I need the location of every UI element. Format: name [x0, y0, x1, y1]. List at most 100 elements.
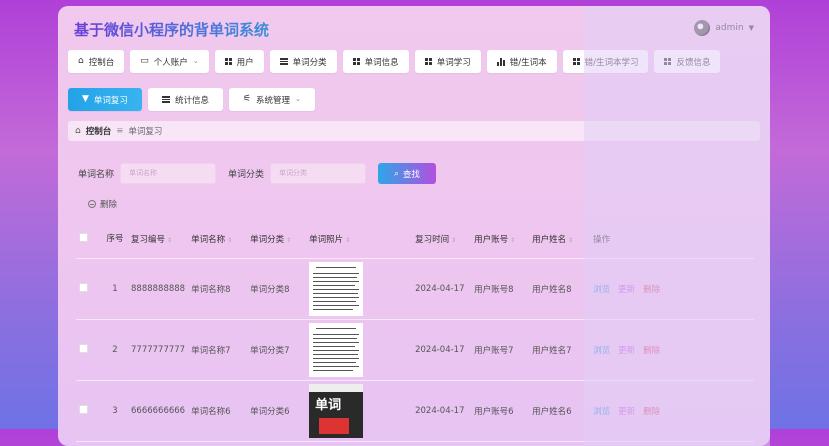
category-label: 单词分类: [228, 170, 265, 180]
breadcrumb-separator-icon: ≡: [116, 126, 124, 136]
delete-row-button[interactable]: 删除: [643, 285, 660, 295]
nav-label: 单词分类: [292, 57, 327, 68]
cell-account: 用户账号8: [471, 258, 530, 320]
nav-label: 统计信息: [174, 95, 209, 106]
nav-system[interactable]: ⚟ 系统管理 ⌄: [228, 88, 315, 111]
word-photo[interactable]: 单词: [309, 384, 364, 438]
settings-icon: ⚟: [242, 94, 252, 104]
nav-wrongbook-study[interactable]: 错/生词本学习: [562, 50, 649, 73]
nav-word-info[interactable]: 单词信息: [342, 50, 409, 73]
cell-name: 单词名称7: [188, 319, 248, 381]
sort-icon[interactable]: ⇕: [167, 237, 172, 244]
cell-index: 3: [102, 380, 128, 442]
cell-name: 单词名称6: [188, 380, 248, 442]
cell-code: 6666666666: [128, 380, 189, 442]
minus-circle-icon: [88, 200, 96, 208]
view-button[interactable]: 浏览: [593, 407, 610, 417]
name-label: 单词名称: [78, 170, 115, 180]
cell-time: 2024-04-17: [412, 319, 472, 381]
nav-label: 系统管理: [256, 95, 291, 106]
nav-feedback[interactable]: 反馈信息: [654, 50, 721, 73]
delete-button[interactable]: 删除: [88, 198, 117, 210]
sort-icon[interactable]: ⇕: [227, 237, 232, 244]
search-bar: 单词名称 单词名称 单词分类 单词分类 ⌕ 查找: [78, 163, 437, 184]
review-table: 序号 复习编号 ⇕ 单词名称 ⇕ 单词分类 ⇕ 单词照片 ⇕ 复习时间 ⇕ 用户账号 ⇕ 用…: [76, 220, 754, 442]
search-button-label: 查找: [402, 169, 420, 180]
view-button[interactable]: 浏览: [593, 285, 610, 295]
col-time[interactable]: 复习时间: [415, 235, 449, 245]
sort-icon[interactable]: ⇕: [451, 237, 456, 244]
nav-statistics[interactable]: 统计信息: [147, 88, 223, 111]
cell-code: 7777777777: [128, 319, 189, 381]
cell-username: 用户姓名8: [529, 258, 591, 320]
nav-users[interactable]: 用户: [214, 50, 264, 73]
word-photo[interactable]: [309, 262, 364, 316]
nav-label: 单词学习: [436, 57, 471, 68]
home-icon: ⌂: [75, 125, 81, 136]
grid-icon: [424, 58, 432, 65]
cell-category: 单词分类6: [247, 380, 307, 442]
avatar[interactable]: [694, 20, 711, 36]
nav-label: 错/生词本学习: [584, 57, 639, 68]
cell-username: 用户姓名7: [529, 319, 591, 381]
table-row: 1 8888888888 单词名称8 单词分类8 2024-04-17 用户账号…: [76, 258, 754, 320]
nav-label: 控制台: [88, 57, 115, 68]
col-username[interactable]: 用户姓名: [532, 235, 566, 245]
nav-dashboard[interactable]: ⌂ 控制台: [68, 50, 125, 73]
chevron-down-icon: ⌄: [295, 95, 301, 103]
cell-time: 2024-04-17: [412, 380, 472, 442]
nav-word-category[interactable]: 单词分类: [269, 50, 337, 73]
cell-account: 用户账号6: [471, 380, 530, 442]
col-photo[interactable]: 单词照片: [309, 235, 343, 245]
row-checkbox[interactable]: [79, 344, 88, 353]
nav-word-review[interactable]: ▼ 单词复习: [68, 88, 142, 111]
cell-index: 1: [102, 258, 128, 320]
col-code[interactable]: 复习编号: [131, 235, 165, 245]
word-photo[interactable]: [309, 323, 364, 377]
sort-icon[interactable]: ⇕: [345, 237, 350, 244]
grid-icon: [572, 58, 580, 65]
photo-title: 单词: [315, 398, 342, 413]
breadcrumb-home[interactable]: 控制台: [86, 125, 112, 137]
grid-icon: [352, 58, 360, 65]
edit-button[interactable]: 更新: [618, 346, 635, 356]
col-index: 序号: [102, 220, 128, 259]
select-all-checkbox[interactable]: [79, 233, 88, 242]
name-input[interactable]: 单词名称: [120, 163, 217, 184]
row-checkbox[interactable]: [79, 283, 88, 292]
username[interactable]: admin: [715, 23, 743, 33]
search-button[interactable]: ⌕ 查找: [378, 163, 437, 184]
cell-account: 用户账号7: [471, 319, 530, 381]
breadcrumb-current: 单词复习: [128, 127, 163, 137]
delete-row-button[interactable]: 删除: [643, 346, 660, 356]
sort-icon[interactable]: ⇕: [510, 237, 515, 244]
user-menu[interactable]: admin ▼: [694, 20, 754, 36]
home-icon: ⌂: [78, 56, 84, 66]
nav-word-study[interactable]: 单词学习: [414, 50, 481, 73]
row-checkbox[interactable]: [79, 405, 88, 414]
cell-username: 用户姓名6: [529, 380, 591, 442]
edit-button[interactable]: 更新: [618, 285, 635, 295]
nav-wrongbook[interactable]: 错/生词本: [486, 50, 557, 73]
col-actions: 操作: [590, 220, 754, 259]
nav-row-1: ⌂ 控制台 ▭ 个人账户 ⌄ 用户 单词分类 单词信息 单词学习 错/生词本 错/生词…: [68, 50, 721, 73]
caret-down-icon[interactable]: ▼: [749, 24, 754, 32]
nav-account[interactable]: ▭ 个人账户 ⌄: [130, 50, 209, 73]
search-icon: ⌕: [394, 168, 399, 179]
col-account[interactable]: 用户账号: [474, 235, 508, 245]
sort-icon[interactable]: ⇕: [568, 237, 573, 244]
col-name[interactable]: 单词名称: [191, 235, 225, 245]
list-icon: [279, 58, 288, 65]
app-title: 基于微信小程序的背单词系统: [74, 21, 270, 39]
col-category[interactable]: 单词分类: [250, 235, 284, 245]
category-input[interactable]: 单词分类: [270, 163, 367, 184]
edit-button[interactable]: 更新: [618, 407, 635, 417]
sort-icon[interactable]: ⇕: [286, 237, 291, 244]
view-button[interactable]: 浏览: [593, 346, 610, 356]
cell-time: 2024-04-17: [412, 258, 472, 320]
nav-label: 个人账户: [153, 57, 188, 68]
cell-index: 2: [102, 319, 128, 381]
delete-row-button[interactable]: 删除: [643, 407, 660, 417]
account-icon: ▭: [140, 56, 149, 66]
nav-label: 单词复习: [93, 95, 128, 106]
